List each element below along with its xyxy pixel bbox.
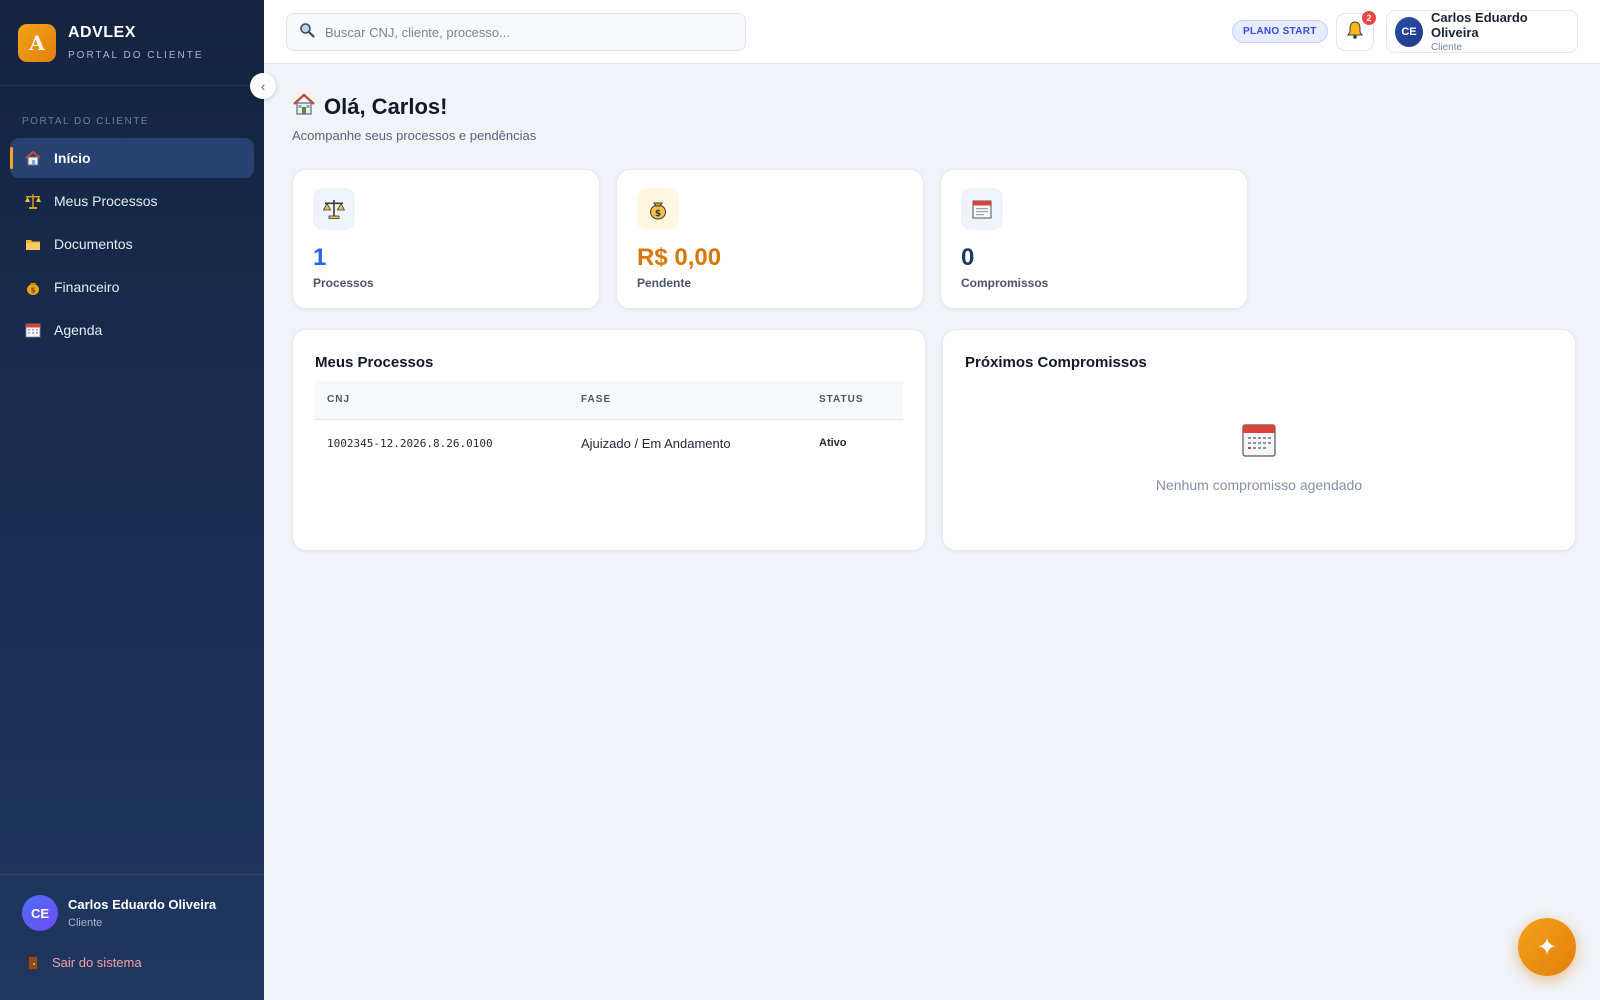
panel-title: Próximos Compromissos [965, 354, 1147, 371]
empty-state: Nenhum compromisso agendado [943, 422, 1575, 493]
column-header-fase: FASE [569, 381, 807, 420]
house-icon [292, 92, 316, 122]
avatar: CE [22, 895, 58, 931]
sidebar-item-label: Financeiro [54, 279, 120, 295]
scales-icon [24, 192, 42, 210]
column-header-cnj: CNJ [315, 381, 569, 420]
money-bag-icon: $ [24, 278, 42, 296]
search-bar[interactable] [286, 13, 746, 51]
topbar: PLANO START 2 CE Carlos Eduardo Oliveira… [264, 0, 1600, 64]
house-icon [24, 149, 42, 167]
calendar-icon [961, 188, 1003, 230]
stat-card-pendente[interactable]: $ R$ 0,00 Pendente [616, 169, 924, 309]
door-icon [28, 955, 38, 970]
brand-name: ADVLEX [68, 24, 136, 41]
brand-logo: A [18, 23, 56, 62]
greeting-text: Olá, Carlos! [324, 94, 448, 119]
profile-name: Carlos Eduardo Oliveira [1430, 10, 1528, 40]
sidebar-item-label: Agenda [54, 322, 103, 338]
status-badge: Ativo [819, 437, 847, 450]
table-header-row: CNJ FASE STATUS [315, 381, 903, 420]
notifications-button[interactable]: 2 [1336, 11, 1376, 51]
appointments-panel: Próximos Compromissos Nenhum compromisso… [942, 329, 1576, 551]
cell-fase: Ajuizado / Em Andamento [581, 435, 731, 451]
nav-section-label: PORTAL DO CLIENTE [22, 116, 150, 127]
logout-button[interactable]: Sair do sistema [22, 955, 242, 970]
notification-badge: 2 [1362, 11, 1376, 25]
stat-value: 1 [313, 244, 327, 271]
sidebar-item-meus-processos[interactable]: Meus Processos [10, 181, 254, 221]
stat-card-processos[interactable]: 1 Processos [292, 169, 600, 309]
processes-panel: Meus Processos CNJ FASE STATUS 1002345-1… [292, 329, 926, 551]
sidebar-item-agenda[interactable]: Agenda [10, 310, 254, 350]
processes-table: CNJ FASE STATUS 1002345-12.2026.8.26.010… [315, 381, 903, 467]
sidebar-item-financeiro[interactable]: $ Financeiro [10, 267, 254, 307]
sidebar-item-label: Meus Processos [54, 193, 158, 209]
stat-label: Processos [313, 276, 374, 290]
folder-icon [24, 235, 42, 253]
page-title: Olá, Carlos! [292, 92, 447, 122]
scales-icon [313, 188, 355, 230]
user-role: Cliente [68, 917, 103, 929]
assistant-fab-button[interactable]: ✦ [1518, 918, 1576, 976]
stat-label: Pendente [637, 276, 692, 290]
search-icon [299, 22, 315, 43]
empty-state-text: Nenhum compromisso agendado [1155, 477, 1363, 493]
bell-icon [1345, 20, 1365, 45]
profile-menu[interactable]: CE Carlos Eduardo Oliveira Cliente [1386, 10, 1578, 53]
avatar: CE [1395, 16, 1423, 47]
stat-value: R$ 0,00 [637, 244, 722, 271]
sidebar-item-label: Início [54, 150, 91, 166]
plan-badge: PLANO START [1232, 20, 1328, 43]
sparkle-icon: ✦ [1536, 933, 1558, 961]
main-content: Olá, Carlos! Acompanhe seus processos e … [264, 64, 1600, 1000]
panel-title: Meus Processos [315, 354, 434, 371]
sidebar: A ADVLEX PORTAL DO CLIENTE PORTAL DO CLI… [0, 0, 264, 1000]
page-subtitle: Acompanhe seus processos e pendências [292, 128, 537, 143]
calendar-icon [1241, 424, 1277, 462]
money-bag-icon: $ [637, 188, 679, 230]
brand-subtitle: PORTAL DO CLIENTE [68, 50, 204, 61]
column-header-status: STATUS [807, 381, 903, 420]
sidebar-user[interactable]: CE Carlos Eduardo Oliveira Cliente [22, 895, 242, 931]
brand[interactable]: A ADVLEX PORTAL DO CLIENTE [0, 0, 264, 86]
profile-role: Cliente [1430, 42, 1463, 53]
svg-text:$: $ [31, 287, 36, 295]
stat-card-compromissos[interactable]: 0 Compromissos [940, 169, 1248, 309]
cell-cnj: 1002345-12.2026.8.26.0100 [327, 436, 493, 450]
stat-value: 0 [961, 244, 975, 271]
sidebar-footer: CE Carlos Eduardo Oliveira Cliente Sair … [0, 874, 264, 1000]
table-row[interactable]: 1002345-12.2026.8.26.0100 Ajuizado / Em … [315, 419, 903, 467]
sidebar-item-inicio[interactable]: Início [10, 138, 254, 178]
svg-text:$: $ [655, 209, 661, 219]
sidebar-item-label: Documentos [54, 236, 133, 252]
logout-label: Sair do sistema [52, 955, 142, 970]
user-name: Carlos Eduardo Oliveira [68, 897, 217, 912]
search-input[interactable] [325, 24, 733, 40]
calendar-icon [24, 321, 42, 339]
sidebar-item-documentos[interactable]: Documentos [10, 224, 254, 264]
stat-label: Compromissos [961, 276, 1049, 290]
